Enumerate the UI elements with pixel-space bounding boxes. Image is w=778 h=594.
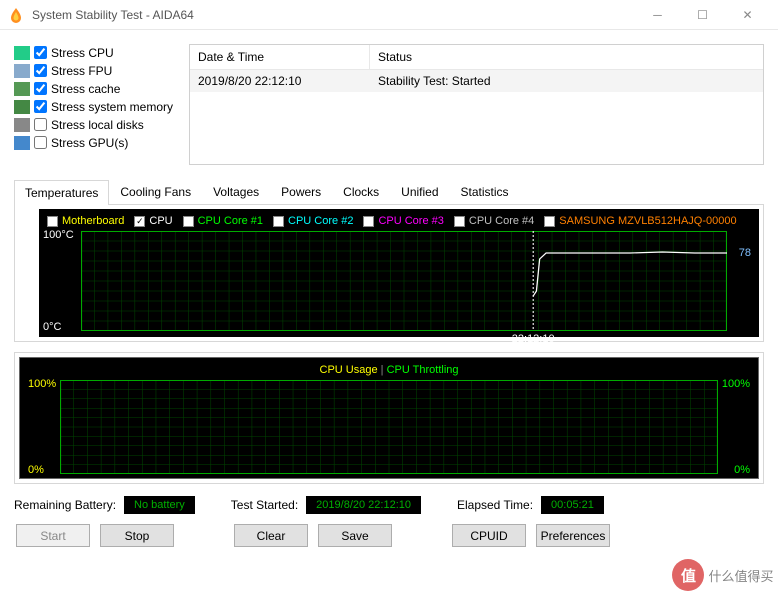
- log-status: Stability Test: Started: [370, 70, 763, 92]
- y-axis-top: 100°C: [43, 229, 74, 241]
- legend: Motherboard ✓ CPU CPU Core #1 CPU Core #2 CPU…: [43, 213, 751, 231]
- log-row[interactable]: 2019/8/20 22:12:10Stability Test: Starte…: [190, 70, 763, 92]
- battery-label: Remaining Battery:: [14, 498, 116, 512]
- usage-chart: 100% 0% 100% 0%: [60, 380, 718, 474]
- stress-icon: [14, 118, 30, 132]
- tab-statistics[interactable]: Statistics: [450, 179, 520, 204]
- stress-icon: [14, 82, 30, 96]
- legend-label: CPU: [149, 215, 172, 227]
- stress-label[interactable]: Stress system memory: [51, 100, 173, 114]
- legend-checkbox[interactable]: [363, 216, 374, 227]
- stress-checkbox[interactable]: [34, 82, 47, 95]
- stress-checkbox[interactable]: [34, 46, 47, 59]
- y-axis-bottom: 0°C: [43, 321, 61, 333]
- watermark: 值什么值得买: [668, 556, 778, 594]
- stress-item: Stress cache: [14, 80, 179, 97]
- elapsed-label: Elapsed Time:: [457, 498, 533, 512]
- tab-temperatures[interactable]: Temperatures: [14, 180, 109, 205]
- legend-checkbox[interactable]: [454, 216, 465, 227]
- preferences-button[interactable]: Preferences: [536, 524, 610, 547]
- log-datetime: 2019/8/20 22:12:10: [190, 70, 370, 92]
- stress-label[interactable]: Stress GPU(s): [51, 136, 128, 150]
- legend-label: CPU Core #2: [288, 215, 353, 227]
- status-bar: Remaining Battery: No battery Test Start…: [14, 496, 764, 514]
- legend-checkbox[interactable]: [47, 216, 58, 227]
- elapsed-value: 00:05:21: [541, 496, 604, 514]
- button-bar: Start Stop Clear Save CPUID Preferences: [14, 524, 764, 547]
- cpu-usage-panel: CPU Usage | CPU Throttling 100% 0% 100% …: [14, 352, 764, 484]
- log-header-status[interactable]: Status: [370, 45, 763, 69]
- tab-voltages[interactable]: Voltages: [202, 179, 270, 204]
- clear-button[interactable]: Clear: [234, 524, 308, 547]
- save-button[interactable]: Save: [318, 524, 392, 547]
- stress-checkbox[interactable]: [34, 64, 47, 77]
- legend-checkbox[interactable]: [544, 216, 555, 227]
- temperature-chart: 100°C 0°C 78: [81, 231, 727, 331]
- legend-checkbox[interactable]: [183, 216, 194, 227]
- battery-value: No battery: [124, 496, 195, 514]
- tab-cooling-fans[interactable]: Cooling Fans: [109, 179, 202, 204]
- stress-label[interactable]: Stress FPU: [51, 64, 112, 78]
- stop-button[interactable]: Stop: [100, 524, 174, 547]
- stress-icon: [14, 136, 30, 150]
- stress-icon: [14, 64, 30, 78]
- stress-checkbox[interactable]: [34, 136, 47, 149]
- log-table: Date & Time Status 2019/8/20 22:12:10Sta…: [189, 44, 764, 165]
- legend-label: CPU Core #1: [198, 215, 263, 227]
- stress-item: Stress CPU: [14, 44, 179, 61]
- stress-label[interactable]: Stress cache: [51, 82, 120, 96]
- legend-label: CPU Core #4: [469, 215, 534, 227]
- usage-chart-title: CPU Usage | CPU Throttling: [28, 362, 750, 380]
- legend-label: CPU Core #3: [378, 215, 443, 227]
- legend-label: SAMSUNG MZVLB512HAJQ-00000: [559, 215, 736, 227]
- stress-item: Stress system memory: [14, 98, 179, 115]
- tab-unified[interactable]: Unified: [390, 179, 449, 204]
- legend-item[interactable]: Motherboard: [47, 215, 124, 227]
- window-title: System Stability Test - AIDA64: [32, 8, 635, 22]
- current-value: 78: [739, 247, 751, 259]
- app-icon: [8, 7, 24, 23]
- legend-checkbox[interactable]: [273, 216, 284, 227]
- legend-item[interactable]: SAMSUNG MZVLB512HAJQ-00000: [544, 215, 736, 227]
- close-button[interactable]: ✕: [725, 0, 770, 30]
- tab-bar: TemperaturesCooling FansVoltagesPowersCl…: [14, 179, 764, 205]
- started-label: Test Started:: [231, 498, 298, 512]
- legend-item[interactable]: CPU Core #2: [273, 215, 353, 227]
- stress-item: Stress GPU(s): [14, 134, 179, 151]
- stress-icon: [14, 100, 30, 114]
- stress-icon: [14, 46, 30, 60]
- tab-powers[interactable]: Powers: [270, 179, 332, 204]
- stress-label[interactable]: Stress local disks: [51, 118, 144, 132]
- started-value: 2019/8/20 22:12:10: [306, 496, 421, 514]
- stress-checkbox[interactable]: [34, 100, 47, 113]
- log-header-datetime[interactable]: Date & Time: [190, 45, 370, 69]
- log-empty-area: [190, 92, 763, 164]
- legend-item[interactable]: ✓ CPU: [134, 215, 172, 227]
- legend-checkbox[interactable]: ✓: [134, 216, 145, 227]
- stress-options: Stress CPU Stress FPU Stress cache Stress s…: [14, 44, 179, 165]
- stress-label[interactable]: Stress CPU: [51, 46, 114, 60]
- legend-item[interactable]: CPU Core #3: [363, 215, 443, 227]
- titlebar: System Stability Test - AIDA64 ─ ☐ ✕: [0, 0, 778, 30]
- legend-item[interactable]: CPU Core #4: [454, 215, 534, 227]
- start-button[interactable]: Start: [16, 524, 90, 547]
- stress-checkbox[interactable]: [34, 118, 47, 131]
- tab-clocks[interactable]: Clocks: [332, 179, 390, 204]
- stress-item: Stress local disks: [14, 116, 179, 133]
- legend-label: Motherboard: [62, 215, 124, 227]
- cpuid-button[interactable]: CPUID: [452, 524, 526, 547]
- stress-item: Stress FPU: [14, 62, 179, 79]
- legend-item[interactable]: CPU Core #1: [183, 215, 263, 227]
- temperature-graph-panel: Motherboard ✓ CPU CPU Core #1 CPU Core #2 CPU…: [14, 205, 764, 342]
- minimize-button[interactable]: ─: [635, 0, 680, 30]
- graph-sidebar: [19, 209, 39, 337]
- maximize-button[interactable]: ☐: [680, 0, 725, 30]
